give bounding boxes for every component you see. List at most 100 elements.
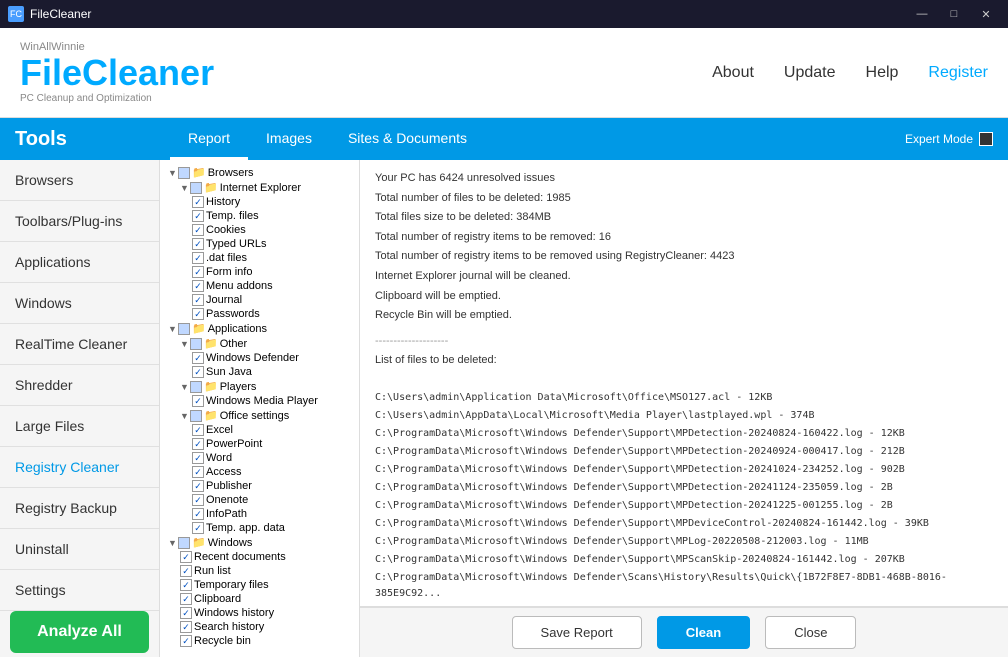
checkbox-applications[interactable] [178, 323, 190, 335]
logo-area: WinAllWinnie FileCleaner PC Cleanup and … [20, 41, 712, 104]
tree-item-clipboard[interactable]: Clipboard [160, 592, 359, 606]
checkbox-word[interactable] [192, 452, 204, 464]
tree-item-cookies[interactable]: Cookies [160, 223, 359, 237]
tree-item-windows-defender[interactable]: Windows Defender [160, 351, 359, 365]
tree-item-applications[interactable]: ▼ 📁 Applications [160, 321, 359, 336]
tree-item-recycle-bin[interactable]: Recycle bin [160, 634, 359, 648]
tree-item-players[interactable]: ▼ 📁 Players [160, 379, 359, 394]
sidebar-item-uninstall[interactable]: Uninstall [0, 529, 159, 570]
checkbox-search-history[interactable] [180, 621, 192, 633]
nav-help[interactable]: Help [866, 64, 899, 82]
close-button[interactable]: Close [765, 616, 856, 649]
tree-item-sun-java[interactable]: Sun Java [160, 365, 359, 379]
expert-mode-checkbox[interactable] [979, 132, 993, 146]
tree-item-windows[interactable]: ▼ 📁 Windows [160, 535, 359, 550]
tab-sites-documents[interactable]: Sites & Documents [330, 118, 485, 160]
checkbox-windows[interactable] [178, 537, 190, 549]
tree-item-form-info[interactable]: Form info [160, 265, 359, 279]
nav-register[interactable]: Register [928, 64, 988, 82]
tab-images[interactable]: Images [248, 118, 330, 160]
sidebar-item-realtime[interactable]: RealTime Cleaner [0, 324, 159, 365]
tree-item-wmp[interactable]: Windows Media Player [160, 394, 359, 408]
sidebar-item-browsers[interactable]: Browsers [0, 160, 159, 201]
tree-item-history[interactable]: History [160, 195, 359, 209]
checkbox-temp-app-data[interactable] [192, 522, 204, 534]
content-area: Browsers Toolbars/Plug-ins Applications … [0, 160, 1008, 657]
checkbox-other[interactable] [190, 338, 202, 350]
checkbox-access[interactable] [192, 466, 204, 478]
tree-item-word[interactable]: Word [160, 451, 359, 465]
tree-item-powerpoint[interactable]: PowerPoint [160, 437, 359, 451]
checkbox-ie[interactable] [190, 182, 202, 194]
tree-item-browsers[interactable]: ▼ 📁 Browsers [160, 165, 359, 180]
nav-update[interactable]: Update [784, 64, 836, 82]
label-ie: Internet Explorer [220, 182, 301, 194]
checkbox-sun-java[interactable] [192, 366, 204, 378]
sidebar-item-settings[interactable]: Settings [0, 570, 159, 611]
checkbox-form-info[interactable] [192, 266, 204, 278]
sidebar-item-windows[interactable]: Windows [0, 283, 159, 324]
label-other: Other [220, 338, 248, 350]
checkbox-browsers[interactable] [178, 167, 190, 179]
checkbox-recycle-bin[interactable] [180, 635, 192, 647]
tree-item-excel[interactable]: Excel [160, 423, 359, 437]
checkbox-menu-addons[interactable] [192, 280, 204, 292]
tree-item-access[interactable]: Access [160, 465, 359, 479]
maximize-button[interactable]: □ [940, 3, 968, 25]
checkbox-history[interactable] [192, 196, 204, 208]
sidebar-item-large-files[interactable]: Large Files [0, 406, 159, 447]
checkbox-dat-files[interactable] [192, 252, 204, 264]
sidebar-item-applications[interactable]: Applications [0, 242, 159, 283]
checkbox-temp-files[interactable] [192, 210, 204, 222]
checkbox-cookies[interactable] [192, 224, 204, 236]
tree-item-temp-files-win[interactable]: Temporary files [160, 578, 359, 592]
checkbox-publisher[interactable] [192, 480, 204, 492]
tree-item-run-list[interactable]: Run list [160, 564, 359, 578]
tree-item-typed-urls[interactable]: Typed URLs [160, 237, 359, 251]
tree-item-passwords[interactable]: Passwords [160, 307, 359, 321]
checkbox-journal[interactable] [192, 294, 204, 306]
tree-item-dat-files[interactable]: .dat files [160, 251, 359, 265]
sidebar-item-toolbars[interactable]: Toolbars/Plug-ins [0, 201, 159, 242]
checkbox-infopath[interactable] [192, 508, 204, 520]
checkbox-run-list[interactable] [180, 565, 192, 577]
tree-item-temp-app-data[interactable]: Temp. app. data [160, 521, 359, 535]
file-path-10: C:\ProgramData\Microsoft\Windows Defende… [375, 570, 993, 602]
close-button[interactable]: ✕ [972, 3, 1000, 25]
checkbox-powerpoint[interactable] [192, 438, 204, 450]
tab-report[interactable]: Report [170, 118, 248, 160]
minimize-button[interactable]: — [908, 3, 936, 25]
tree-item-menu-addons[interactable]: Menu addons [160, 279, 359, 293]
save-report-button[interactable]: Save Report [512, 616, 642, 649]
checkbox-temp-files-win[interactable] [180, 579, 192, 591]
checkbox-recent-docs[interactable] [180, 551, 192, 563]
tree-item-journal[interactable]: Journal [160, 293, 359, 307]
checkbox-typed-urls[interactable] [192, 238, 204, 250]
tree-item-search-history[interactable]: Search history [160, 620, 359, 634]
tree-item-office[interactable]: ▼ 📁 Office settings [160, 408, 359, 423]
expand-icon-office: ▼ [180, 411, 188, 421]
checkbox-windows-history[interactable] [180, 607, 192, 619]
tree-item-temp-files[interactable]: Temp. files [160, 209, 359, 223]
checkbox-passwords[interactable] [192, 308, 204, 320]
checkbox-windows-defender[interactable] [192, 352, 204, 364]
checkbox-wmp[interactable] [192, 395, 204, 407]
checkbox-office[interactable] [190, 410, 202, 422]
nav-about[interactable]: About [712, 64, 754, 82]
tree-item-windows-history[interactable]: Windows history [160, 606, 359, 620]
tree-item-onenote[interactable]: Onenote [160, 493, 359, 507]
tree-item-infopath[interactable]: InfoPath [160, 507, 359, 521]
tree-item-recent-docs[interactable]: Recent documents [160, 550, 359, 564]
checkbox-onenote[interactable] [192, 494, 204, 506]
tree-item-publisher[interactable]: Publisher [160, 479, 359, 493]
sidebar-item-registry-cleaner[interactable]: Registry Cleaner [0, 447, 159, 488]
tree-item-ie[interactable]: ▼ 📁 Internet Explorer [160, 180, 359, 195]
checkbox-players[interactable] [190, 381, 202, 393]
analyze-all-button[interactable]: Analyze All [10, 611, 149, 653]
sidebar-item-registry-backup[interactable]: Registry Backup [0, 488, 159, 529]
checkbox-excel[interactable] [192, 424, 204, 436]
sidebar-item-shredder[interactable]: Shredder [0, 365, 159, 406]
checkbox-clipboard[interactable] [180, 593, 192, 605]
tree-item-other[interactable]: ▼ 📁 Other [160, 336, 359, 351]
clean-button[interactable]: Clean [657, 616, 750, 649]
